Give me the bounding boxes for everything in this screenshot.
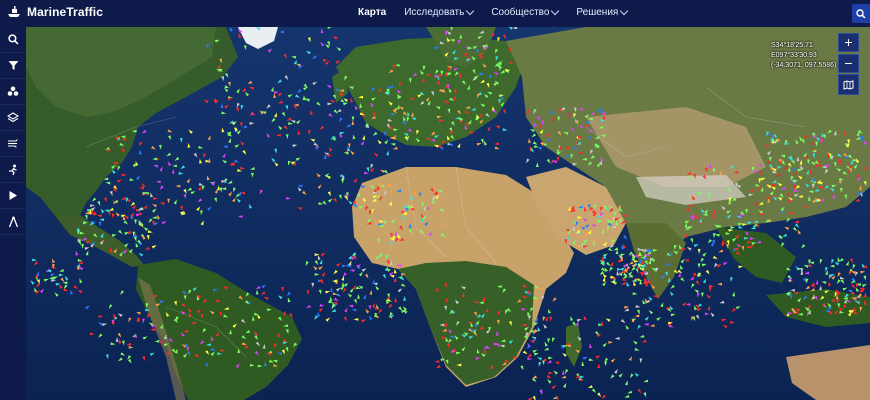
zoom-in-button[interactable]: +: [838, 33, 859, 52]
header-search-button[interactable]: [852, 4, 870, 23]
ship-logo-icon: [8, 6, 20, 17]
main-nav: Карта Исследовать Сообщество Решения: [358, 6, 629, 18]
decimal-coordinates: (-34.3071, 097.5586): [771, 62, 837, 69]
zoom-controls: + −: [838, 33, 859, 75]
chevron-down-icon: [551, 6, 560, 16]
top-navigation-bar: MarineTraffic Карта Исследовать Сообщест…: [0, 0, 870, 27]
search-icon: [856, 8, 866, 19]
chevron-down-icon: [620, 6, 629, 16]
sidebar-clusters-button[interactable]: [0, 79, 26, 105]
map-layers-button[interactable]: [838, 74, 859, 95]
world-map[interactable]: [26, 27, 870, 400]
map-canvas[interactable]: [26, 27, 870, 400]
weather-icon: [8, 139, 18, 148]
sidebar-search-button[interactable]: [0, 27, 26, 53]
zoom-out-button[interactable]: −: [838, 54, 859, 73]
nav-item-solutions[interactable]: Решения: [576, 6, 629, 18]
longitude-dms: E097°33'30.93: [771, 52, 817, 59]
routes-icon: [9, 164, 17, 175]
playback-icon: [9, 191, 17, 200]
nav-item-community[interactable]: Сообщество: [491, 6, 560, 18]
search-icon: [7, 34, 18, 45]
chevron-down-icon: [466, 6, 475, 16]
sidebar-layers-button[interactable]: [0, 105, 26, 131]
cursor-coordinates: S34°18'25.71 E097°33'30.93 (-34.3071, 09…: [771, 41, 836, 71]
nav-label: Решения: [576, 7, 619, 18]
sidebar-playback-button[interactable]: [0, 183, 26, 209]
map-tools-sidebar: [0, 27, 26, 400]
brand-name: MarineTraffic: [27, 5, 103, 19]
sidebar-weather-button[interactable]: [0, 131, 26, 157]
sidebar-measure-button[interactable]: [0, 209, 26, 235]
nav-item-explore[interactable]: Исследовать: [404, 6, 475, 18]
filter-icon: [8, 61, 18, 70]
latitude-dms: S34°18'25.71: [771, 42, 813, 49]
nav-label: Сообщество: [491, 7, 550, 18]
brand-logo[interactable]: MarineTraffic: [6, 5, 103, 19]
measure-icon: [8, 216, 18, 227]
layers-icon: [7, 112, 19, 123]
nav-label: Исследовать: [404, 7, 465, 18]
sidebar-routes-button[interactable]: [0, 157, 26, 183]
sidebar-filter-button[interactable]: [0, 53, 26, 79]
nav-label: Карта: [358, 7, 387, 18]
nav-item-map[interactable]: Карта: [358, 7, 386, 18]
clusters-icon: [7, 86, 19, 96]
map-layers-icon: [843, 79, 854, 90]
